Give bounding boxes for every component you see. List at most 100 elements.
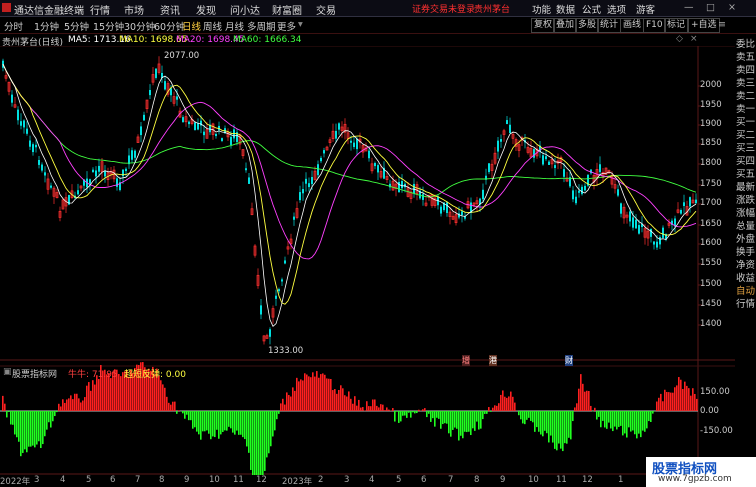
bear-bar xyxy=(246,411,248,447)
bull-bar xyxy=(686,385,688,411)
tab-60min[interactable]: 60分钟 xyxy=(154,19,185,33)
event-marker-gang[interactable]: 港 xyxy=(489,355,497,366)
bear-bar xyxy=(214,411,216,438)
menu-gongshi[interactable]: 公式 xyxy=(582,2,601,16)
candle-body-down xyxy=(308,183,310,188)
bear-bar xyxy=(260,411,262,475)
menu-zixun[interactable]: 资讯 xyxy=(160,2,180,17)
bull-bar xyxy=(298,381,300,411)
menu-shichang[interactable]: 市场 xyxy=(124,2,144,17)
button-huaxian[interactable]: 画线 xyxy=(620,18,645,33)
tab-multi-period[interactable]: 多周期 xyxy=(247,19,276,33)
candle-body-down xyxy=(275,295,277,299)
bear-bar xyxy=(398,411,400,423)
event-marker-cai[interactable]: 财 xyxy=(565,355,573,366)
bull-bar xyxy=(82,400,84,411)
maximize-icon[interactable]: □ xyxy=(706,2,715,13)
button-diejia[interactable]: 叠加 xyxy=(553,18,578,33)
menu-jiaoyi[interactable]: 交易 xyxy=(316,2,336,17)
menu-gongneng[interactable]: 功能 xyxy=(532,2,551,16)
price-tick: 1750 xyxy=(700,179,722,189)
tab-5min[interactable]: 5分钟 xyxy=(64,19,89,33)
button-f10[interactable]: F10 xyxy=(643,18,666,33)
bull-bar xyxy=(358,399,360,411)
toolbar-settings-icon[interactable]: ≡ xyxy=(718,19,726,30)
time-tick: 3 xyxy=(344,475,350,485)
more-dropdown-icon[interactable]: ▾ xyxy=(298,19,303,30)
tab-monthly[interactable]: 月线 xyxy=(225,19,244,33)
menu-shuju[interactable]: 数据 xyxy=(556,2,575,16)
menu-wenxiaoda[interactable]: 问小达 xyxy=(230,2,260,17)
tab-1min[interactable]: 1分钟 xyxy=(34,19,59,33)
bull-bar xyxy=(96,375,98,411)
tab-fenshi[interactable]: 分时 xyxy=(4,19,23,33)
bull-bar xyxy=(316,371,318,411)
tab-daily[interactable]: 日线 xyxy=(182,19,201,33)
pane-close-icon[interactable]: × xyxy=(690,34,698,44)
kline-chart[interactable] xyxy=(0,46,735,475)
quote-label: 买五 xyxy=(736,169,756,180)
menu-youke[interactable]: 游客 xyxy=(636,2,655,16)
quote-label[interactable]: 自动 xyxy=(736,285,755,298)
button-tongji[interactable]: 统计 xyxy=(597,18,622,33)
bear-bar xyxy=(230,411,232,429)
minimize-icon[interactable]: — xyxy=(684,2,694,13)
indicator-menu-icon[interactable]: ▣ xyxy=(3,367,12,377)
menu-caifuquan[interactable]: 财富圈 xyxy=(272,2,302,17)
bear-bar xyxy=(16,411,18,438)
tab-weekly[interactable]: 周线 xyxy=(203,19,222,33)
menu-hangqing[interactable]: 行情 xyxy=(90,2,110,17)
bear-bar xyxy=(622,411,624,436)
candle-body-down xyxy=(323,150,325,154)
bear-bar xyxy=(650,411,652,422)
bear-bar xyxy=(274,411,276,431)
bear-bar xyxy=(452,411,454,430)
login-status-notice[interactable]: 证券交易未登录 xyxy=(412,2,475,15)
time-tick: 6 xyxy=(110,475,116,485)
bear-bar xyxy=(540,411,542,435)
bear-bar xyxy=(192,411,194,429)
time-tick: 2022年 xyxy=(0,477,31,487)
candle-body-down xyxy=(302,189,304,194)
bear-bar xyxy=(490,411,492,412)
candle-body-down xyxy=(11,94,13,103)
indicator-name[interactable]: 股票指标网 xyxy=(12,367,57,380)
candle-body-down xyxy=(446,202,448,213)
bear-bar xyxy=(404,411,406,416)
button-add-watchlist[interactable]: +自选 xyxy=(688,18,720,33)
bull-bar xyxy=(338,390,340,411)
bull-bar xyxy=(326,378,328,411)
close-icon[interactable]: × xyxy=(728,2,736,13)
bear-bar xyxy=(38,411,40,442)
button-duogu[interactable]: 多股 xyxy=(575,18,600,33)
tab-more[interactable]: 更多 xyxy=(277,19,296,33)
button-biaoji[interactable]: 标记 xyxy=(664,18,689,33)
button-fuquan[interactable]: 复权 xyxy=(531,18,556,33)
bull-bar xyxy=(334,389,336,411)
bull-bar xyxy=(364,410,366,411)
candle-body-down xyxy=(599,164,601,173)
menu-xuanxiang[interactable]: 选项 xyxy=(607,2,626,16)
pane-up-icon[interactable]: ◇ xyxy=(676,34,683,44)
bear-bar xyxy=(40,411,42,449)
bull-bar xyxy=(498,403,500,411)
bear-bar xyxy=(434,411,436,427)
bull-bar xyxy=(672,392,674,411)
bull-bar xyxy=(370,406,372,411)
bull-bar xyxy=(374,399,376,411)
tab-30min[interactable]: 30分钟 xyxy=(124,19,155,33)
time-tick: 4 xyxy=(369,475,375,485)
candle-body-down xyxy=(92,169,94,173)
bull-bar xyxy=(418,409,420,411)
event-marker-zeng[interactable]: 增 xyxy=(462,355,470,366)
candle-body-down xyxy=(545,156,547,160)
bear-bar xyxy=(446,411,448,424)
bear-bar xyxy=(484,411,486,414)
bull-bar xyxy=(488,407,490,411)
candle-body-down xyxy=(353,142,355,147)
candle-body-down xyxy=(215,133,217,137)
candle-body-down xyxy=(41,164,43,171)
menu-faxian[interactable]: 发现 xyxy=(196,2,216,17)
bull-bar xyxy=(582,383,584,411)
tab-15min[interactable]: 15分钟 xyxy=(93,19,124,33)
